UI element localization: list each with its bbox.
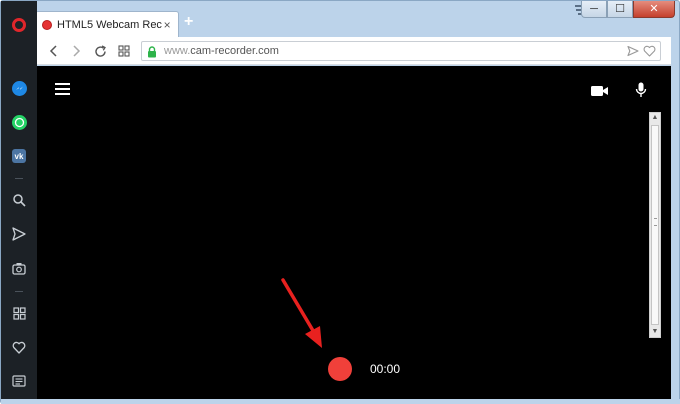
close-window-button[interactable]: ✕ [633, 1, 675, 18]
tab-title: HTML5 Webcam Recorder [57, 18, 162, 31]
reload-button[interactable] [91, 42, 109, 60]
webcam-recorder-page: ▲ ▼ 00:00 [37, 66, 671, 399]
send-icon[interactable] [10, 225, 28, 243]
address-bar[interactable]: www.cam-recorder.com [141, 41, 661, 61]
speed-dial-icon[interactable] [10, 304, 28, 322]
camera-icon[interactable] [10, 259, 28, 277]
maximize-button[interactable]: ☐ [607, 1, 633, 18]
whatsapp-icon[interactable] [10, 113, 28, 131]
microphone-icon[interactable] [635, 82, 647, 98]
titlebar: HTML5 Webcam Recorder × + ─ ☐ ✕ [1, 1, 680, 37]
vertical-scrollbar[interactable]: ▲ ▼ [649, 112, 661, 338]
scroll-thumb[interactable] [651, 125, 659, 325]
sidebar-divider [15, 178, 23, 179]
red-pointer-arrow [281, 278, 322, 348]
vk-icon[interactable]: vk [10, 147, 28, 165]
recording-timer: 00:00 [370, 362, 401, 376]
tab-close-icon[interactable]: × [162, 18, 172, 32]
scroll-down-arrow-icon[interactable]: ▼ [650, 327, 660, 337]
scroll-up-arrow-icon[interactable]: ▲ [650, 113, 660, 123]
opera-favicon-icon [42, 19, 52, 30]
news-icon[interactable] [10, 372, 28, 390]
new-tab-button[interactable]: + [184, 14, 193, 30]
url-prefix: www. [164, 45, 191, 57]
opera-logo-icon[interactable] [12, 18, 26, 32]
speed-dial-button[interactable] [115, 42, 133, 60]
record-button[interactable] [328, 357, 352, 381]
back-button[interactable] [45, 42, 63, 60]
opera-sidebar: vk [1, 1, 37, 404]
heart-icon[interactable] [10, 338, 28, 356]
bookmark-heart-icon[interactable] [643, 44, 656, 62]
window-bottom-border [1, 399, 680, 404]
search-icon[interactable] [10, 191, 28, 209]
forward-button[interactable] [67, 42, 85, 60]
navigation-bar: www.cam-recorder.com [37, 37, 671, 65]
url-domain: cam-recorder.com [190, 45, 279, 57]
scroll-grip [654, 218, 657, 226]
video-camera-icon[interactable] [591, 84, 609, 96]
url-text[interactable]: www.cam-recorder.com [164, 45, 279, 57]
window-controls: ─ ☐ ✕ [581, 1, 675, 18]
sidebar-divider [15, 291, 23, 292]
address-bar-actions [627, 44, 656, 62]
minimize-button[interactable]: ─ [581, 1, 607, 18]
messenger-icon[interactable] [10, 79, 28, 97]
hamburger-menu-icon[interactable] [55, 83, 70, 95]
lock-icon [147, 45, 157, 58]
tab-html5-webcam-recorder[interactable]: HTML5 Webcam Recorder × [35, 11, 179, 37]
browser-window: HTML5 Webcam Recorder × + ─ ☐ ✕ vk [0, 0, 680, 404]
send-page-icon[interactable] [627, 44, 639, 62]
